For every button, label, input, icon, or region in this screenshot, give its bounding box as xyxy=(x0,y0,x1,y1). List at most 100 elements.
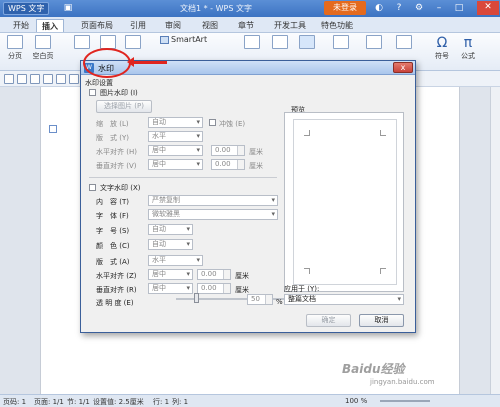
close-icon[interactable]: ✕ xyxy=(477,1,499,15)
washout-checkbox[interactable] xyxy=(209,119,216,126)
content-label: 内 容 (T) xyxy=(96,198,129,206)
image-watermark-label: 图片水印 (I) xyxy=(100,89,138,97)
baidu-watermark-url: jingyan.baidu.com xyxy=(370,378,435,386)
watermark-button[interactable] xyxy=(299,35,315,51)
apply-to-select[interactable]: 整篇文档 xyxy=(284,294,404,305)
tab-insert[interactable]: 插入 xyxy=(36,19,64,32)
cursor-marker-icon xyxy=(49,125,57,133)
save-icon[interactable]: ▣ xyxy=(62,2,74,14)
minimize-icon[interactable]: – xyxy=(433,2,445,14)
page-number-button[interactable] xyxy=(272,35,288,51)
tab-references[interactable]: 引用 xyxy=(125,19,151,32)
text-layout-label: 版 式 (A) xyxy=(96,258,130,266)
textbox-button[interactable] xyxy=(366,35,382,51)
image-valign-select[interactable]: 居中 xyxy=(148,159,203,170)
text-valign-label: 垂直对齐 (R) xyxy=(96,286,137,294)
color-select[interactable]: 自动 xyxy=(148,239,193,250)
save-quick-icon[interactable] xyxy=(30,74,40,84)
tab-chapter[interactable]: 章节 xyxy=(233,19,259,32)
formula-label: 公式 xyxy=(461,52,475,60)
text-valign-select[interactable]: 居中 xyxy=(148,283,193,294)
symbol-button[interactable]: Ω 符号 xyxy=(432,35,452,61)
open-icon[interactable] xyxy=(17,74,27,84)
font-select[interactable]: 微软雅黑 xyxy=(148,209,278,220)
header-footer-icon xyxy=(244,35,260,49)
text-halign-label: 水平对齐 (Z) xyxy=(96,272,137,280)
wordart-button[interactable] xyxy=(396,35,412,51)
smartart-button[interactable]: SmartArt xyxy=(160,35,222,44)
page-number-icon xyxy=(272,35,288,49)
omega-icon: Ω xyxy=(436,35,448,51)
table-button[interactable] xyxy=(74,35,90,51)
preview-icon[interactable] xyxy=(56,74,66,84)
picture-icon xyxy=(100,35,116,49)
text-watermark-checkbox[interactable] xyxy=(89,184,96,191)
corner-mark xyxy=(380,130,386,136)
blank-page-button[interactable]: 空白页 xyxy=(30,35,56,61)
maximize-icon[interactable]: □ xyxy=(453,2,465,14)
undo-icon[interactable] xyxy=(69,74,79,84)
content-select[interactable]: 严禁复制 xyxy=(148,195,278,206)
textbox-icon xyxy=(366,35,382,49)
status-bar: 页码: 1 页面: 1/1 节: 1/1 设置值: 2.5厘米 行: 1 列: … xyxy=(0,394,500,407)
text-layout-select[interactable]: 水平 xyxy=(148,255,203,266)
image-layout-select[interactable]: 水平 xyxy=(148,131,203,142)
image-halign-offset[interactable]: 0.00 xyxy=(211,145,245,156)
transparency-slider-thumb[interactable] xyxy=(194,293,199,303)
tab-developer[interactable]: 开发工具 xyxy=(269,19,311,32)
title-bar: WPS 文字 ▣ 文档1 * - WPS 文字 未登录 ◐ ? ⚙ – □ ✕ xyxy=(0,0,500,17)
skin-icon[interactable]: ◐ xyxy=(373,2,385,14)
text-halign-offset[interactable]: 0.00 xyxy=(197,269,231,280)
zoom-slider[interactable] xyxy=(380,400,430,402)
corner-mark xyxy=(304,268,310,274)
apply-to-label: 应用于 (Y): xyxy=(284,285,320,293)
new-icon[interactable] xyxy=(4,74,14,84)
app-logo[interactable]: WPS 文字 xyxy=(3,2,50,15)
size-select[interactable]: 自动 xyxy=(148,224,193,235)
dialog-close-button[interactable]: x xyxy=(393,62,413,73)
page-break-button[interactable]: 分页 xyxy=(4,35,26,61)
tab-page-layout[interactable]: 页面布局 xyxy=(76,19,118,32)
shapes-button[interactable] xyxy=(125,35,141,51)
wps-writer-window: { "app": { "logo": "WPS 文字", "doc_title"… xyxy=(0,0,500,407)
scale-select[interactable]: 自动 xyxy=(148,117,203,128)
blank-page-label: 空白页 xyxy=(32,52,54,60)
formula-button[interactable]: π 公式 xyxy=(458,35,478,61)
document-title: 文档1 * - WPS 文字 xyxy=(180,4,252,13)
transparency-input[interactable]: 50 xyxy=(247,294,273,305)
tab-features[interactable]: 特色功能 xyxy=(316,19,358,32)
washout-label: 冲蚀 (E) xyxy=(219,120,246,128)
text-valign-offset[interactable]: 0.00 xyxy=(197,283,231,294)
tab-home[interactable]: 开始 xyxy=(8,19,34,32)
cancel-button[interactable]: 取消 xyxy=(359,314,404,327)
corner-mark xyxy=(380,268,386,274)
status-pages: 页面: 1/1 xyxy=(34,398,64,406)
image-valign-unit: 厘米 xyxy=(249,162,263,170)
page-break-icon xyxy=(7,35,23,49)
tab-review[interactable]: 审阅 xyxy=(160,19,186,32)
settings-icon[interactable]: ⚙ xyxy=(413,2,425,14)
comment-icon xyxy=(333,35,349,49)
image-halign-select[interactable]: 居中 xyxy=(148,145,203,156)
login-button[interactable]: 未登录 xyxy=(324,1,366,15)
help-icon[interactable]: ? xyxy=(393,2,405,14)
tab-view[interactable]: 视图 xyxy=(197,19,223,32)
highlight-arrow-icon xyxy=(127,57,167,67)
ok-button[interactable]: 确定 xyxy=(306,314,351,327)
image-valign-offset[interactable]: 0.00 xyxy=(211,159,245,170)
print-icon[interactable] xyxy=(43,74,53,84)
text-halign-select[interactable]: 居中 xyxy=(148,269,193,280)
header-footer-button[interactable] xyxy=(244,35,260,51)
pi-icon: π xyxy=(463,35,473,51)
size-label: 字 号 (S) xyxy=(96,227,130,235)
image-watermark-checkbox[interactable] xyxy=(89,89,96,96)
symbol-label: 符号 xyxy=(435,52,449,60)
vertical-scrollbar[interactable] xyxy=(490,87,500,394)
select-image-button[interactable]: 选择图片 (P) xyxy=(96,100,152,113)
image-valign-label: 垂直对齐 (V) xyxy=(96,162,137,170)
watermark-dialog: W 水印 x 水印设置 图片水印 (I) 选择图片 (P) 缩 放 (L) 自动… xyxy=(80,60,416,333)
status-section: 节: 1/1 xyxy=(67,398,90,406)
smartart-icon xyxy=(160,36,169,44)
comment-button[interactable] xyxy=(333,35,349,51)
baidu-watermark: Baidu经验 xyxy=(342,362,405,376)
